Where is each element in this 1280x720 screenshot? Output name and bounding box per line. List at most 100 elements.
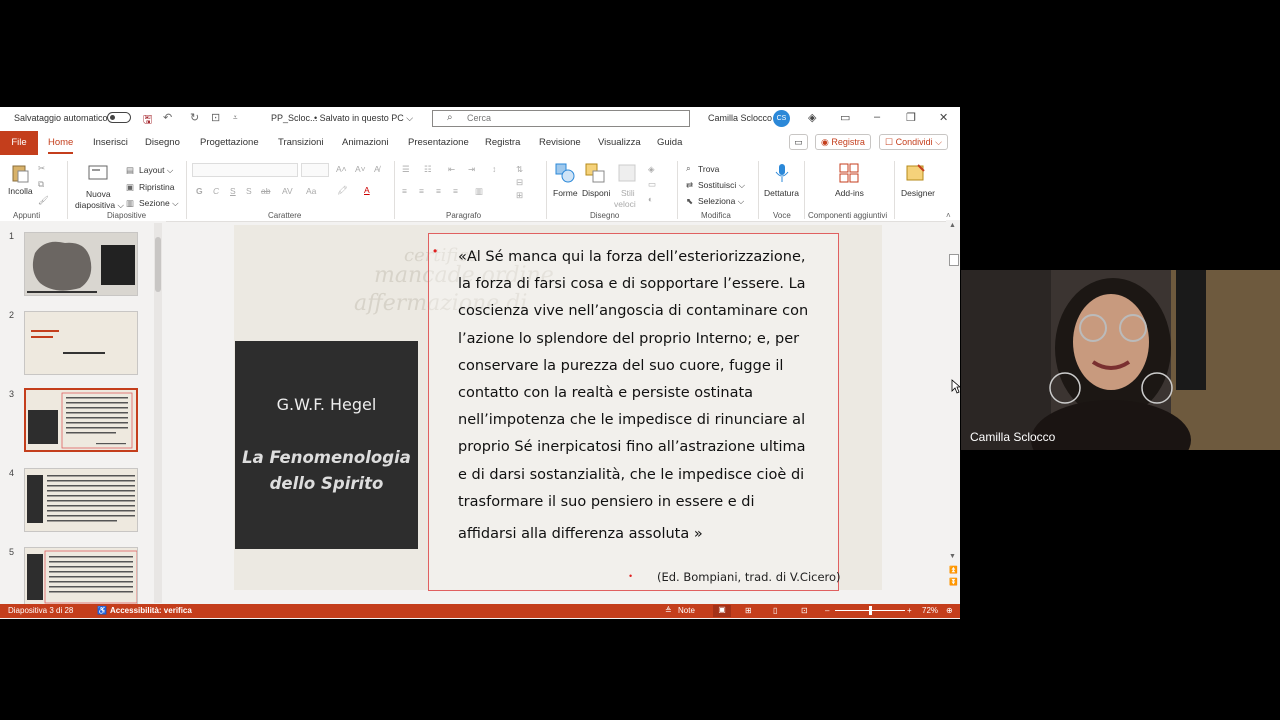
search-box[interactable]: ⌕ Cerca [432,110,690,127]
increase-indent-icon[interactable]: ⇥ [468,164,475,175]
quote-textbox[interactable]: • «Al Sé manca qui la forza dell’esterio… [428,233,841,591]
comments-icon[interactable]: ▭ [789,134,808,150]
minimize-icon[interactable]: – [874,111,880,123]
tab-animations[interactable]: Animazioni [342,137,388,148]
undo-icon[interactable]: ↶ [163,111,172,124]
new-slide-icon[interactable] [88,163,108,183]
thumbnail-scrollbar[interactable] [154,223,162,603]
redo-icon[interactable]: ↻ [190,111,199,124]
shrink-font-icon[interactable]: A˅ [355,164,366,174]
shape-fill-icon[interactable]: ◈ [648,164,655,175]
notes-button[interactable]: Note [678,606,695,615]
tab-review[interactable]: Revisione [539,137,581,148]
fit-slide-icon[interactable]: ⊕ [946,606,953,615]
tab-draw[interactable]: Disegno [145,137,180,148]
addins-label[interactable]: Add-ins [835,188,864,198]
zoom-in-icon[interactable]: + [907,606,912,615]
decrease-indent-icon[interactable]: ⇤ [448,164,455,175]
record-button[interactable]: ◉ Registra [815,134,871,150]
line-spacing-icon[interactable]: ↕ [492,164,496,174]
bullets-icon[interactable]: ☰ [402,164,410,175]
smartart-icon[interactable]: ⊞ [516,190,523,201]
close-icon[interactable]: ✕ [939,111,948,124]
italic-button[interactable]: C [213,186,219,196]
tab-home[interactable]: Home [48,137,74,154]
align-left-icon[interactable]: ≡ [402,186,407,196]
font-size-box[interactable] [301,163,329,177]
zoom-out-icon[interactable]: – [825,606,829,615]
arrange-label[interactable]: Disponi [582,188,610,198]
next-slide-icon[interactable]: ⏬ [949,578,958,586]
slide-thumbnail-1[interactable] [24,232,138,296]
find-button[interactable]: Trova [698,164,719,174]
slide-thumbnail-3[interactable] [24,388,138,452]
customize-toolbar-icon[interactable]: ⩡ [233,113,238,123]
change-case-button[interactable]: Aa [306,186,316,196]
slide-thumbnail-4[interactable] [24,468,138,532]
microphone-icon[interactable] [772,163,792,183]
grow-font-icon[interactable]: A˄ [336,164,347,174]
tab-record[interactable]: Registra [485,137,520,148]
spacing-button[interactable]: AV [282,186,293,196]
slideshow-icon[interactable]: ⊡ [801,606,808,615]
scrollbar-thumb[interactable] [155,237,161,292]
align-center-icon[interactable]: ≡ [419,186,424,196]
tab-transitions[interactable]: Transizioni [278,137,324,148]
addins-icon[interactable] [839,163,859,183]
new-slide-label-2[interactable]: diapositiva ⌵ [75,200,124,211]
shadow-button[interactable]: S [246,186,252,196]
paste-label[interactable]: Incolla [8,186,33,196]
section-button[interactable]: Sezione ⌵ [139,198,179,209]
justify-icon[interactable]: ≡ [453,186,458,196]
font-color-icon[interactable]: A [364,185,370,195]
slide-thumbnail-2[interactable] [24,311,138,375]
quick-styles-label-2[interactable]: veloci [614,199,636,209]
replace-button[interactable]: Sostituisci ⌵ [698,180,745,191]
highlight-icon[interactable]: 🖍 [337,185,348,196]
reading-view-icon[interactable]: ▯ [773,606,777,615]
diamond-icon[interactable]: ◈ [808,111,816,124]
shape-outline-icon[interactable]: ▭ [648,179,656,190]
copy-icon[interactable]: ⧉ [38,179,44,190]
reset-button[interactable]: Ripristina [139,182,174,192]
normal-view-icon[interactable]: ▣ [713,605,731,617]
select-button[interactable]: Seleziona ⌵ [698,196,744,207]
present-icon[interactable]: ⊡ [211,111,220,124]
save-icon[interactable]: 🖫 [143,111,152,130]
quick-styles-label-1[interactable]: Stili [621,188,635,198]
tab-slideshow[interactable]: Presentazione [408,137,469,148]
slide-thumbnail-5[interactable] [24,547,138,605]
layout-button[interactable]: Layout ⌵ [139,165,173,176]
ribbon-display-icon[interactable]: ▭ [840,111,850,124]
designer-label[interactable]: Designer [901,188,935,198]
autosave-toggle[interactable] [107,112,131,123]
zoom-slider[interactable] [835,606,905,615]
align-text-icon[interactable]: ⊟ [516,177,523,188]
shape-effects-icon[interactable]: ◐ [648,194,653,204]
tab-insert[interactable]: Inserisci [93,137,128,148]
scrollbar-thumb[interactable] [949,254,959,266]
prev-slide-icon[interactable]: ⏫ [949,566,958,574]
scroll-down-icon[interactable]: ▼ [949,553,956,560]
collapse-ribbon-icon[interactable]: ˄ [946,211,951,220]
slide-sorter-icon[interactable]: ⊞ [745,606,752,615]
tab-design[interactable]: Progettazione [200,137,259,148]
restore-icon[interactable]: ❐ [906,111,916,124]
align-right-icon[interactable]: ≡ [436,186,441,196]
tab-view[interactable]: Visualizza [598,137,641,148]
save-status[interactable]: • Salvato in questo PC ⌵ [314,113,413,124]
avatar[interactable]: CS [773,110,790,127]
file-name[interactable]: PP_Scloc... [271,113,318,123]
cut-icon[interactable]: ✂ [38,163,45,174]
numbering-icon[interactable]: ☷ [424,164,432,175]
quick-styles-icon[interactable] [617,163,637,183]
strikethrough-button[interactable]: ab [261,186,270,196]
tab-file[interactable]: File [0,131,38,155]
designer-icon[interactable] [906,163,926,183]
underline-button[interactable]: S [230,186,236,196]
clear-format-icon[interactable]: A̸ [374,164,380,174]
text-direction-icon[interactable]: ⇅ [516,164,523,175]
new-slide-label-1[interactable]: Nuova [86,189,111,199]
user-name[interactable]: Camilla Sclocco [708,113,772,123]
shapes-icon[interactable] [555,163,575,183]
